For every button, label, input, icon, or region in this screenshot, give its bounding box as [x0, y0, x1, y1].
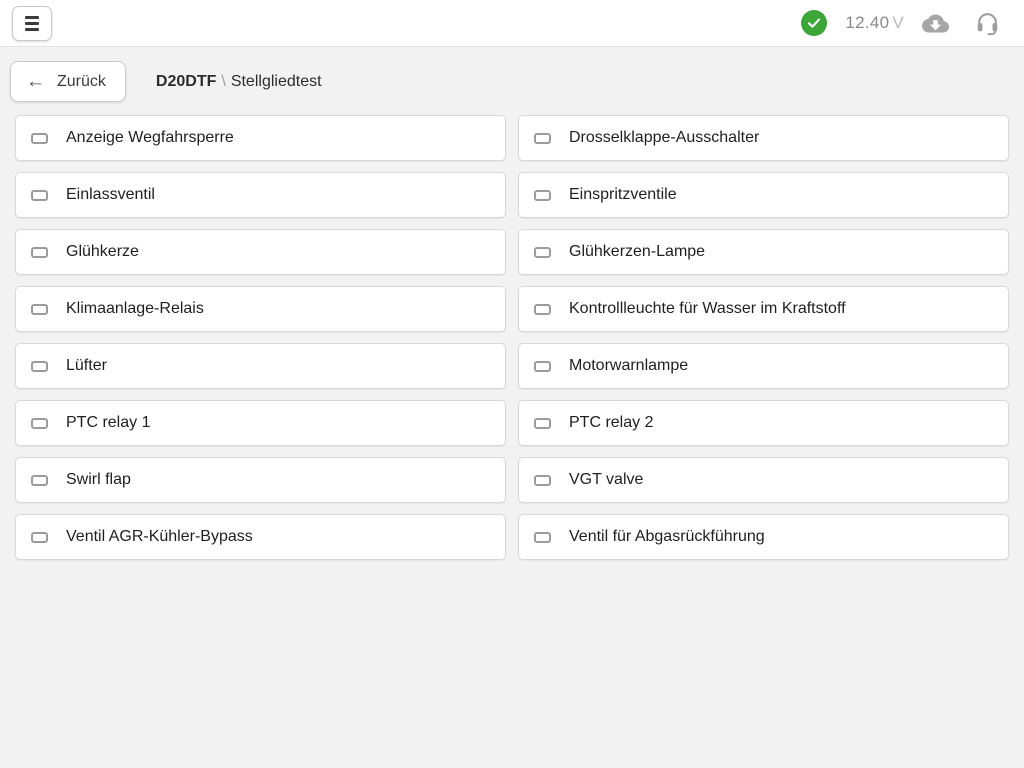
actuator-button[interactable]: Drosselklappe-Ausschalter — [518, 115, 1009, 161]
actuator-icon — [534, 190, 551, 201]
actuator-label: Glühkerze — [66, 243, 139, 261]
actuator-icon — [31, 418, 48, 429]
actuator-icon — [31, 133, 48, 144]
actuator-button[interactable]: Kontrollleuchte für Wasser im Kraftstoff — [518, 286, 1009, 332]
actuator-label: Drosselklappe-Ausschalter — [569, 129, 759, 147]
actuator-label: Glühkerzen-Lampe — [569, 243, 705, 261]
voltage-value: 12.40 — [845, 13, 889, 32]
actuator-button[interactable]: Ventil für Abgasrückführung — [518, 514, 1009, 560]
actuator-label: Einlassventil — [66, 186, 155, 204]
breadcrumb-separator: \ — [221, 73, 225, 90]
actuator-icon — [534, 532, 551, 543]
actuator-icon — [31, 247, 48, 258]
actuator-icon — [534, 304, 551, 315]
actuator-icon — [31, 190, 48, 201]
actuator-button[interactable]: Ventil AGR-Kühler-Bypass — [15, 514, 506, 560]
check-circle-icon — [801, 10, 827, 36]
breadcrumb-ecu: D20DTF — [156, 73, 216, 90]
actuator-label: Motorwarnlampe — [569, 357, 688, 375]
actuator-icon — [31, 361, 48, 372]
topbar-status-area: 12.40V — [801, 10, 1000, 36]
actuator-label: Klimaanlage-Relais — [66, 300, 204, 318]
actuator-icon — [534, 247, 551, 258]
actuator-button[interactable]: Einlassventil — [15, 172, 506, 218]
actuator-label: Ventil AGR-Kühler-Bypass — [66, 528, 253, 546]
actuator-label: Lüfter — [66, 357, 107, 375]
breadcrumb: D20DTF \ Stellgliedtest — [156, 73, 322, 91]
actuator-button[interactable]: Lüfter — [15, 343, 506, 389]
actuator-button[interactable]: Swirl flap — [15, 457, 506, 503]
actuator-label: VGT valve — [569, 471, 643, 489]
actuator-icon — [31, 475, 48, 486]
battery-voltage: 12.40V — [845, 13, 904, 33]
actuator-icon — [534, 418, 551, 429]
top-bar: 12.40V — [0, 0, 1024, 47]
actuator-button[interactable]: Glühkerze — [15, 229, 506, 275]
actuator-button[interactable]: VGT valve — [518, 457, 1009, 503]
cloud-download-icon[interactable] — [922, 13, 949, 34]
actuator-icon — [31, 304, 48, 315]
app-root: 12.40V ← Z — [0, 0, 1024, 560]
actuator-icon — [534, 133, 551, 144]
actuator-button[interactable]: Glühkerzen-Lampe — [518, 229, 1009, 275]
actuator-label: Kontrollleuchte für Wasser im Kraftstoff — [569, 300, 846, 318]
headset-icon[interactable] — [975, 10, 1000, 36]
actuator-button[interactable]: Motorwarnlampe — [518, 343, 1009, 389]
actuator-button[interactable]: Anzeige Wegfahrsperre — [15, 115, 506, 161]
voltage-unit: V — [892, 13, 904, 32]
actuator-grid: Anzeige Wegfahrsperre Drosselklappe-Auss… — [15, 115, 1009, 560]
actuator-label: Anzeige Wegfahrsperre — [66, 129, 234, 147]
actuator-label: PTC relay 2 — [569, 414, 653, 432]
actuator-label: Einspritzventile — [569, 186, 677, 204]
actuator-label: Ventil für Abgasrückführung — [569, 528, 765, 546]
actuator-label: Swirl flap — [66, 471, 131, 489]
actuator-button[interactable]: Klimaanlage-Relais — [15, 286, 506, 332]
actuator-button[interactable]: PTC relay 1 — [15, 400, 506, 446]
menu-button[interactable] — [12, 6, 52, 41]
left-arrow-icon: ← — [26, 72, 45, 91]
hamburger-icon — [25, 16, 39, 31]
actuator-label: PTC relay 1 — [66, 414, 150, 432]
back-button[interactable]: ← Zurück — [10, 61, 126, 102]
actuator-button[interactable]: Einspritzventile — [518, 172, 1009, 218]
back-button-label: Zurück — [57, 73, 106, 91]
sub-header: ← Zurück D20DTF \ Stellgliedtest — [0, 47, 1024, 102]
actuator-icon — [31, 532, 48, 543]
actuator-button[interactable]: PTC relay 2 — [518, 400, 1009, 446]
breadcrumb-page: Stellgliedtest — [231, 73, 322, 90]
actuator-icon — [534, 361, 551, 372]
actuator-icon — [534, 475, 551, 486]
